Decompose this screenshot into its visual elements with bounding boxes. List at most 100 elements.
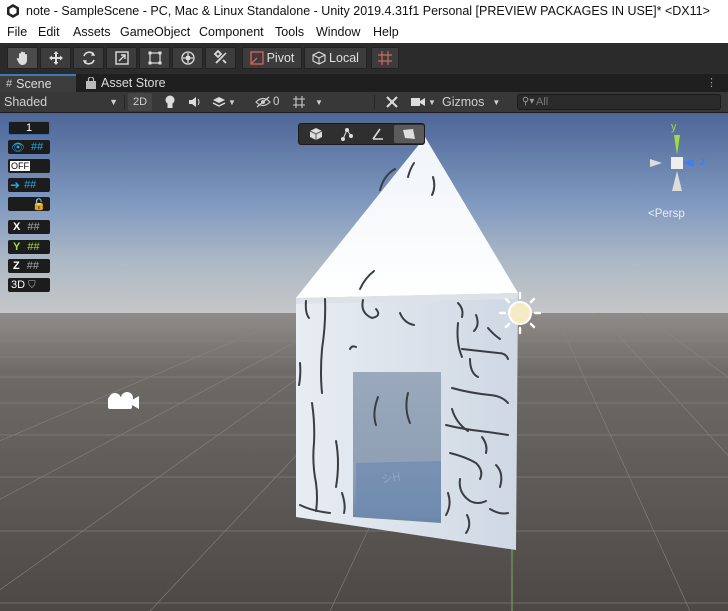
gizmos-label: Gizmos [442,95,485,109]
cube-mode-button[interactable] [301,125,331,143]
rotate-icon [82,51,95,65]
menu-tools[interactable]: Tools [275,25,304,39]
arrow-right-icon: ➜ [10,178,21,192]
grid-snap-icon [378,51,392,65]
gizmo-z-label: z [700,156,706,168]
grid-snap-button[interactable] [371,47,399,69]
local-label: Local [329,51,359,65]
scene-search-input[interactable]: ⚲▾ All [517,94,721,110]
local-toggle-button[interactable]: Local [304,47,367,69]
visibility-toggle[interactable]: 👁 ## [8,140,50,154]
lighting-toggle-button[interactable] [161,93,179,111]
menu-edit[interactable]: Edit [38,25,60,39]
chevron-down-icon: ▼ [109,97,118,107]
axis-z-label: Z [13,260,20,272]
camera-chevron-icon: ▼ [428,97,436,107]
wrench-icon [386,96,398,108]
axis-z-grid-icon: ## [26,260,39,272]
hidden-count: 0 [273,96,280,108]
tab-asset-store[interactable]: Asset Store [80,74,175,92]
hand-tool-button[interactable] [7,47,38,69]
menu-window[interactable]: Window [316,25,360,39]
hidden-eye-icon [255,96,271,108]
off-label: OFF [10,161,30,171]
grid-chevron-icon: ▼ [315,97,323,107]
layer-number-value: 1 [25,122,33,134]
pivot-label: Pivot [266,51,295,65]
menu-help[interactable]: Help [373,25,399,39]
pivot-toggle-button[interactable]: Pivot [242,47,302,69]
scale-tool-button[interactable] [106,47,137,69]
shopping-bag-icon [86,77,96,89]
effects-chevron-icon: ▼ [228,97,236,107]
layers-effects-icon [212,97,226,107]
face-mode-button[interactable] [394,125,424,143]
gizmo-y-cone[interactable] [674,135,680,155]
window-title: note - SampleScene - PC, Mac & Linux Sta… [26,4,710,18]
search-placeholder: All [536,96,549,108]
axis-x-toggle[interactable]: X ## [8,220,50,234]
3d-toggle[interactable]: 3D ⛉ [8,278,50,292]
snap-arrow-toggle[interactable]: ➜ ## [8,178,50,192]
cube-icon [309,128,323,140]
shading-mode-dropdown[interactable]: Shaded ▼ [4,93,122,111]
tab-scene[interactable]: # Scene [0,74,76,92]
floor-scribble: シH [381,470,402,486]
scene-canvas[interactable]: シH [0,113,728,611]
move-tool-button[interactable] [40,47,71,69]
menu-gameobject[interactable]: GameObject [120,25,190,39]
camera-settings-dropdown[interactable]: ▼ [409,93,437,111]
edge-mode-button[interactable] [363,125,393,143]
axis-y-label: Y [13,241,21,253]
grid-dropdown-button[interactable]: ▼ [312,93,326,111]
gizmo-y-label: y [671,121,677,133]
scene-toolbar: Shaded ▼ 2D ▼ 0 ▼ ▼ Gizmos ▼ ⚲▾ All [0,92,728,113]
search-icon: ⚲▾ [522,96,535,107]
menu-file[interactable]: File [7,25,27,39]
menu-component[interactable]: Component [199,25,264,39]
effects-dropdown[interactable]: ▼ [211,93,237,111]
gizmos-dropdown[interactable]: Gizmos ▼ [442,93,512,111]
hand-icon [16,51,27,65]
scene-tools-button[interactable] [383,93,401,111]
projection-toggle-label[interactable]: <Persp [648,208,685,220]
layer-number-field[interactable]: 1 [8,121,50,135]
lock-toggle[interactable]: 🔓 [8,197,50,211]
scene-viewport[interactable]: シH 1 👁 ## OFF ➜ ## 🔓 X ## Y ## Z ## 3D ⛉… [0,113,728,611]
gizmos-chevron-icon: ▼ [492,97,501,107]
hidden-objects-toggle[interactable]: 0 [255,93,285,111]
main-toolbar: Pivot Local [0,43,728,74]
rotate-tool-button[interactable] [73,47,104,69]
gizmo-neg-y-cone[interactable] [672,171,682,191]
axis-y-toggle[interactable]: Y ## [8,240,50,254]
tab-menu-icon[interactable]: ⋮ [706,76,717,89]
grid-toggle-button[interactable] [289,93,309,111]
tab-scene-label: Scene [16,77,52,91]
orientation-gizmo[interactable]: y z [644,121,708,203]
directional-light-icon[interactable] [498,291,542,335]
gizmo-neg-x-cone[interactable] [650,159,662,167]
shield-icon: ⛉ [28,279,36,291]
window-titlebar: note - SampleScene - PC, Mac & Linux Sta… [0,0,728,23]
gizmo-z-cone[interactable] [682,159,694,167]
custom-tool-button[interactable] [205,47,236,69]
2d-toggle-button[interactable]: 2D [128,93,152,111]
unity-logo-icon [6,4,20,18]
scene-grid-icon: # [6,78,13,90]
scale-icon [114,51,129,65]
transform-tool-button[interactable] [172,47,203,69]
face-icon [403,129,415,139]
tab-bar: # Scene Asset Store ⋮ [0,74,728,92]
axis-x-grid-icon: ## [27,221,40,233]
audio-toggle-button[interactable] [186,93,204,111]
tools-icon [213,50,227,64]
move-icon [48,51,63,65]
axis-x-label: X [13,221,21,233]
axis-z-toggle[interactable]: Z ## [8,259,50,273]
rect-tool-button[interactable] [139,47,170,69]
off-toggle[interactable]: OFF [8,159,50,173]
vertex-mode-button[interactable] [332,125,362,143]
gizmo-center-cube[interactable] [671,157,683,169]
lock-icon: 🔓 [32,198,46,211]
menu-assets[interactable]: Assets [73,25,111,39]
